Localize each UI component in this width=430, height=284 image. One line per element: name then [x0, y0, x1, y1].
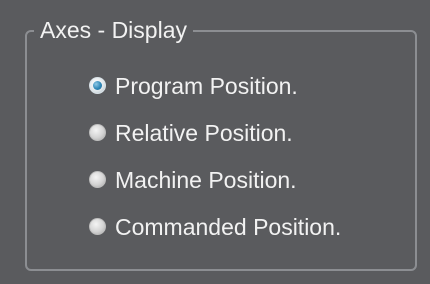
radio-label[interactable]: Relative Position.	[115, 118, 293, 148]
radio-option-program-position[interactable]: Program Position.	[89, 62, 341, 109]
radio-unselected-icon[interactable]	[89, 171, 106, 188]
radio-option-machine-position[interactable]: Machine Position.	[89, 156, 341, 203]
radio-option-relative-position[interactable]: Relative Position.	[89, 109, 341, 156]
radio-unselected-icon[interactable]	[89, 124, 106, 141]
radio-unselected-icon[interactable]	[89, 218, 106, 235]
axes-display-panel: Axes - Display Program Position. Relativ…	[0, 0, 430, 284]
radio-option-commanded-position[interactable]: Commanded Position.	[89, 203, 341, 250]
radio-label[interactable]: Commanded Position.	[115, 212, 341, 242]
group-title: Axes - Display	[34, 13, 193, 47]
axes-display-radio-group: Program Position. Relative Position. Mac…	[89, 62, 341, 250]
radio-label[interactable]: Program Position.	[115, 71, 298, 101]
radio-selected-icon[interactable]	[89, 77, 106, 94]
radio-label[interactable]: Machine Position.	[115, 165, 297, 195]
